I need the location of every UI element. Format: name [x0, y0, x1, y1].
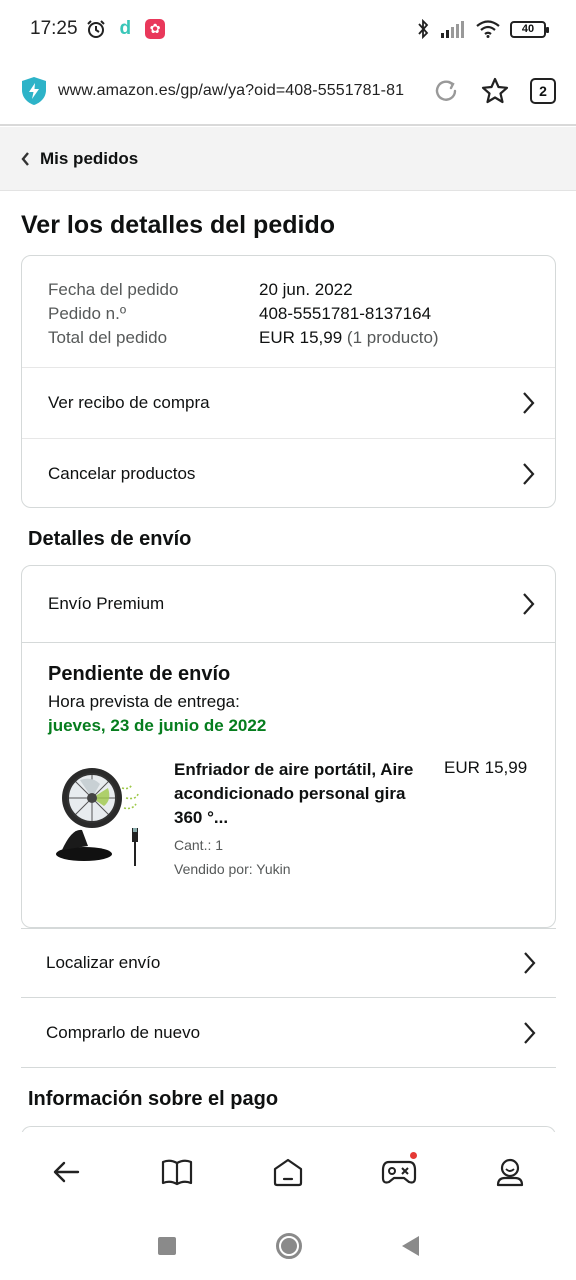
- status-right: 40: [416, 19, 549, 39]
- item-seller: Vendido por: Yukin: [174, 861, 291, 877]
- system-nav-bar: [0, 1212, 576, 1280]
- order-summary-card: Fecha del pedido 20 jun. 2022 Pedido n.º…: [21, 255, 556, 508]
- order-date-row: Fecha del pedido 20 jun. 2022: [48, 278, 529, 302]
- flower-app-icon: ✿: [145, 19, 166, 39]
- chevron-right-icon: [524, 952, 536, 974]
- product-image[interactable]: [52, 758, 152, 868]
- bluetooth-icon: [418, 19, 429, 39]
- cancel-products-link[interactable]: Cancelar productos: [22, 438, 555, 508]
- nav-games-button[interactable]: [369, 1142, 429, 1202]
- chevron-right-icon: [524, 1021, 536, 1044]
- order-total-value: EUR 15,99 (1 producto): [259, 326, 439, 350]
- shipping-body: Pendiente de envío Hora prevista de entr…: [22, 643, 555, 878]
- shipping-card: Envío Premium Pendiente de envío Hora pr…: [21, 565, 556, 928]
- nav-bookmarks-button[interactable]: [147, 1142, 207, 1202]
- star-icon[interactable]: [480, 76, 510, 106]
- delivery-eta-date: jueves, 23 de junio de 2022: [48, 716, 267, 735]
- back-arrow-icon: [53, 1161, 79, 1183]
- book-icon: [161, 1159, 192, 1186]
- reload-icon[interactable]: [432, 77, 460, 105]
- order-total-count: (1 producto): [346, 328, 439, 347]
- track-shipment-label: Localizar envío: [46, 953, 161, 972]
- profile-icon: [497, 1158, 524, 1187]
- nav-back-button[interactable]: [36, 1142, 96, 1202]
- receipt-link-label: Ver recibo de compra: [48, 393, 210, 412]
- item-price: EUR 15,99: [444, 758, 528, 777]
- back-system-button[interactable]: [401, 1236, 419, 1256]
- signal-icon: [441, 21, 464, 38]
- url-bar: www.amazon.es/gp/aw/ya?oid=408-5551781-8…: [0, 58, 576, 126]
- home-system-button[interactable]: [275, 1233, 302, 1259]
- buy-again-link[interactable]: Comprarlo de nuevo: [21, 998, 556, 1068]
- receipt-link[interactable]: Ver recibo de compra: [22, 368, 555, 438]
- item-quantity: Cant.: 1: [174, 837, 224, 853]
- nav-profile-button[interactable]: [480, 1142, 540, 1202]
- item-info: Enfriador de aire portátil, Aire acondic…: [174, 758, 434, 878]
- nav-home-button[interactable]: [258, 1142, 318, 1202]
- order-number-value: 408-5551781-8137164: [259, 304, 432, 323]
- track-shipment-link[interactable]: Localizar envío: [21, 928, 556, 998]
- battery-level: 40: [521, 23, 535, 35]
- chevron-right-icon: [523, 462, 535, 485]
- shipping-method-row[interactable]: Envío Premium: [22, 566, 555, 643]
- app-d-icon: d: [119, 18, 132, 39]
- tabs-icon[interactable]: 2: [530, 78, 556, 104]
- shipping-method: Envío Premium: [48, 594, 165, 613]
- cancel-products-label: Cancelar productos: [48, 463, 196, 483]
- status-left: 17:25 d ✿: [30, 18, 166, 40]
- order-total-row: Total del pedido EUR 15,99 (1 producto): [48, 326, 529, 350]
- wifi-icon: [476, 20, 500, 38]
- order-total-label: Total del pedido: [48, 328, 168, 347]
- breadcrumb-label: Mis pedidos: [40, 148, 139, 168]
- chevron-right-icon: [523, 392, 535, 414]
- recent-apps-button[interactable]: [157, 1237, 176, 1255]
- delivery-eta-label: Hora prevista de entrega:: [48, 692, 240, 711]
- order-number-label: Pedido n.º: [48, 304, 127, 323]
- home-icon: [273, 1158, 303, 1187]
- url-actions: 2: [432, 76, 556, 106]
- order-date-label: Fecha del pedido: [48, 280, 179, 299]
- browser-bottom-nav: [0, 1132, 576, 1212]
- order-date-value: 20 jun. 2022: [259, 280, 353, 299]
- url-text[interactable]: www.amazon.es/gp/aw/ya?oid=408-5551781-8…: [58, 82, 416, 100]
- order-number-row: Pedido n.º 408-5551781-8137164: [48, 302, 529, 326]
- item-title[interactable]: Enfriador de aire portátil, Aire acondic…: [174, 758, 434, 830]
- chevron-right-icon: [523, 593, 535, 615]
- breadcrumb[interactable]: Mis pedidos: [0, 127, 576, 191]
- page-title: Ver los detalles del pedido: [21, 211, 335, 239]
- order-summary-rows: Fecha del pedido 20 jun. 2022 Pedido n.º…: [22, 256, 555, 368]
- payment-section-title: Información sobre el pago: [28, 1088, 279, 1110]
- shipping-section-title: Detalles de envío: [28, 528, 192, 550]
- tab-count: 2: [539, 83, 547, 99]
- buy-again-label: Comprarlo de nuevo: [46, 1022, 201, 1042]
- battery-icon: 40: [510, 20, 549, 38]
- order-item[interactable]: Enfriador de aire portátil, Aire acondic…: [48, 758, 529, 878]
- order-total-amount: EUR 15,99: [259, 328, 343, 347]
- status-bar: 17:25 d ✿ 40: [0, 0, 576, 58]
- shield-icon[interactable]: [20, 76, 48, 106]
- alarm-icon: [86, 20, 105, 38]
- shipping-status: Pendiente de envío: [48, 663, 231, 685]
- chevron-left-icon: [21, 151, 29, 166]
- game-icon: [382, 1160, 417, 1184]
- status-time: 17:25: [30, 18, 78, 39]
